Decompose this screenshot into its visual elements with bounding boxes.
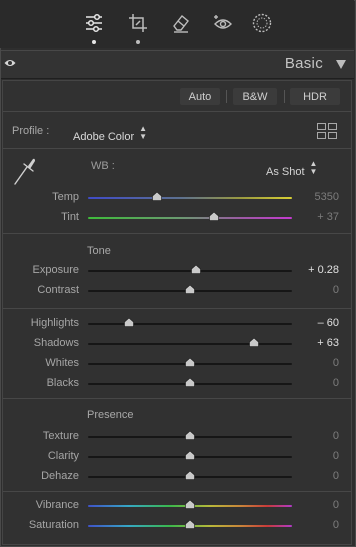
basic-panel: Auto B&W HDR Profile : Adobe Color ▲ ▼ WB … xyxy=(2,80,352,545)
shadows-slider-track[interactable] xyxy=(88,338,292,347)
slider-label: Highlights xyxy=(30,317,79,329)
treatment-bar: Auto B&W HDR xyxy=(3,81,351,112)
slider-value[interactable]: 0 xyxy=(333,519,339,531)
slider-row-tint: Tint + 37 xyxy=(3,209,351,227)
slider-row-shadows: Shadows + 63 xyxy=(3,335,351,353)
updown-arrows-icon: ▲ ▼ xyxy=(139,124,148,141)
tint-slider-track[interactable] xyxy=(88,212,292,221)
slider-row-highlights: Highlights – 60 xyxy=(3,315,351,333)
slider-label: Whites xyxy=(45,357,79,369)
white-balance-section: WB : As Shot ▲ ▼ Temp 5350 Tint + 37 xyxy=(3,149,351,234)
red-eye-tool[interactable] xyxy=(210,10,236,36)
vibrance-slider-track[interactable] xyxy=(88,500,292,509)
slider-value[interactable]: 0 xyxy=(333,357,339,369)
profile-row: Profile : Adobe Color ▲ ▼ xyxy=(3,112,351,149)
slider-row-blacks: Blacks 0 xyxy=(3,375,351,393)
slider-row-whites: Whites 0 xyxy=(3,355,351,373)
eraser-icon xyxy=(173,15,189,33)
hdr-button[interactable]: HDR xyxy=(290,88,340,105)
slider-value[interactable]: 0 xyxy=(333,284,339,296)
profile-dropdown[interactable]: Adobe Color ▲ ▼ xyxy=(73,124,148,144)
panel-title: Basic xyxy=(284,55,323,72)
exposure-slider-track[interactable] xyxy=(88,265,292,274)
healing-tool[interactable] xyxy=(168,10,194,36)
tone-label: Tone xyxy=(87,245,111,257)
temp-slider-track[interactable] xyxy=(88,192,292,201)
crop-tool-indicator xyxy=(136,40,140,44)
slider-row-exposure: Exposure + 0.28 xyxy=(3,262,351,280)
slider-label: Tint xyxy=(61,211,79,223)
sliders-icon xyxy=(86,13,102,33)
slider-row-clarity: Clarity 0 xyxy=(3,448,351,466)
slider-value[interactable]: – 60 xyxy=(318,317,339,329)
auto-button[interactable]: Auto xyxy=(180,88,220,105)
slider-label: Saturation xyxy=(28,519,79,531)
wb-value: As Shot xyxy=(266,166,305,178)
slider-value[interactable]: + 63 xyxy=(317,337,339,349)
red-eye-icon xyxy=(214,15,232,29)
slider-label: Exposure xyxy=(32,264,79,276)
whites-slider-track[interactable] xyxy=(88,358,292,367)
updown-arrows-icon: ▲ ▼ xyxy=(309,159,318,176)
eye-icon[interactable] xyxy=(4,58,16,68)
slider-value[interactable]: 0 xyxy=(333,377,339,389)
basic-panel-header[interactable]: Basic xyxy=(1,50,354,79)
slider-label: Clarity xyxy=(47,450,79,462)
crop-tool[interactable] xyxy=(125,10,151,44)
crop-icon xyxy=(129,14,147,32)
blacks-slider-track[interactable] xyxy=(88,378,292,387)
saturation-slider-track[interactable] xyxy=(88,520,292,529)
tone-detail-section: Highlights – 60 Shadows + 63 Whites 0 Bl… xyxy=(3,309,351,399)
clarity-slider-track[interactable] xyxy=(88,451,292,460)
wb-dropdown[interactable]: As Shot ▲ ▼ xyxy=(266,159,318,179)
presence-label: Presence xyxy=(87,409,134,421)
slider-label: Dehaze xyxy=(41,470,79,482)
tool-strip xyxy=(0,0,354,48)
button-divider xyxy=(284,90,285,103)
slider-value[interactable]: 0 xyxy=(333,450,339,462)
slider-label: Contrast xyxy=(37,284,79,296)
slider-label: Texture xyxy=(42,430,79,442)
slider-row-texture: Texture 0 xyxy=(3,428,351,446)
profile-value: Adobe Color xyxy=(73,131,135,143)
slider-row-contrast: Contrast 0 xyxy=(3,282,351,300)
slider-row-saturation: Saturation 0 xyxy=(3,517,351,535)
presence-section: Presence Texture 0 Clarity 0 Dehaze 0 xyxy=(3,399,351,492)
slider-row-vibrance: Vibrance 0 xyxy=(3,497,351,515)
slider-label: Blacks xyxy=(46,377,79,389)
slider-value[interactable]: 0 xyxy=(333,499,339,511)
texture-slider-track[interactable] xyxy=(88,431,292,440)
collapse-triangle-icon[interactable] xyxy=(336,60,346,69)
masking-tool[interactable] xyxy=(249,10,275,36)
slider-row-dehaze: Dehaze 0 xyxy=(3,468,351,486)
wb-label: WB : xyxy=(91,160,115,172)
slider-label: Vibrance xyxy=(35,499,79,511)
slider-value[interactable]: + 37 xyxy=(317,211,339,223)
slider-label: Temp xyxy=(52,191,79,203)
tone-section: Tone Exposure + 0.28 Contrast 0 xyxy=(3,234,351,309)
dehaze-slider-track[interactable] xyxy=(88,471,292,480)
slider-value[interactable]: 0 xyxy=(333,470,339,482)
contrast-slider-track[interactable] xyxy=(88,285,292,294)
button-divider xyxy=(226,90,227,103)
slider-value[interactable]: 0 xyxy=(333,430,339,442)
slider-value[interactable]: + 0.28 xyxy=(308,264,339,276)
eyedropper-icon[interactable] xyxy=(11,154,37,188)
slider-row-temp: Temp 5350 xyxy=(3,189,351,207)
slider-label: Shadows xyxy=(33,337,79,349)
profile-label: Profile : xyxy=(12,125,50,137)
bw-button[interactable]: B&W xyxy=(233,88,277,105)
slider-value[interactable]: 5350 xyxy=(315,191,339,203)
color-section: Vibrance 0 Saturation 0 xyxy=(3,492,351,544)
highlights-slider-track[interactable] xyxy=(88,318,292,327)
edit-sliders-tool[interactable] xyxy=(81,10,107,44)
masking-icon xyxy=(252,13,272,33)
active-tool-indicator xyxy=(92,40,96,44)
profile-browser-grid-icon[interactable] xyxy=(317,123,337,139)
